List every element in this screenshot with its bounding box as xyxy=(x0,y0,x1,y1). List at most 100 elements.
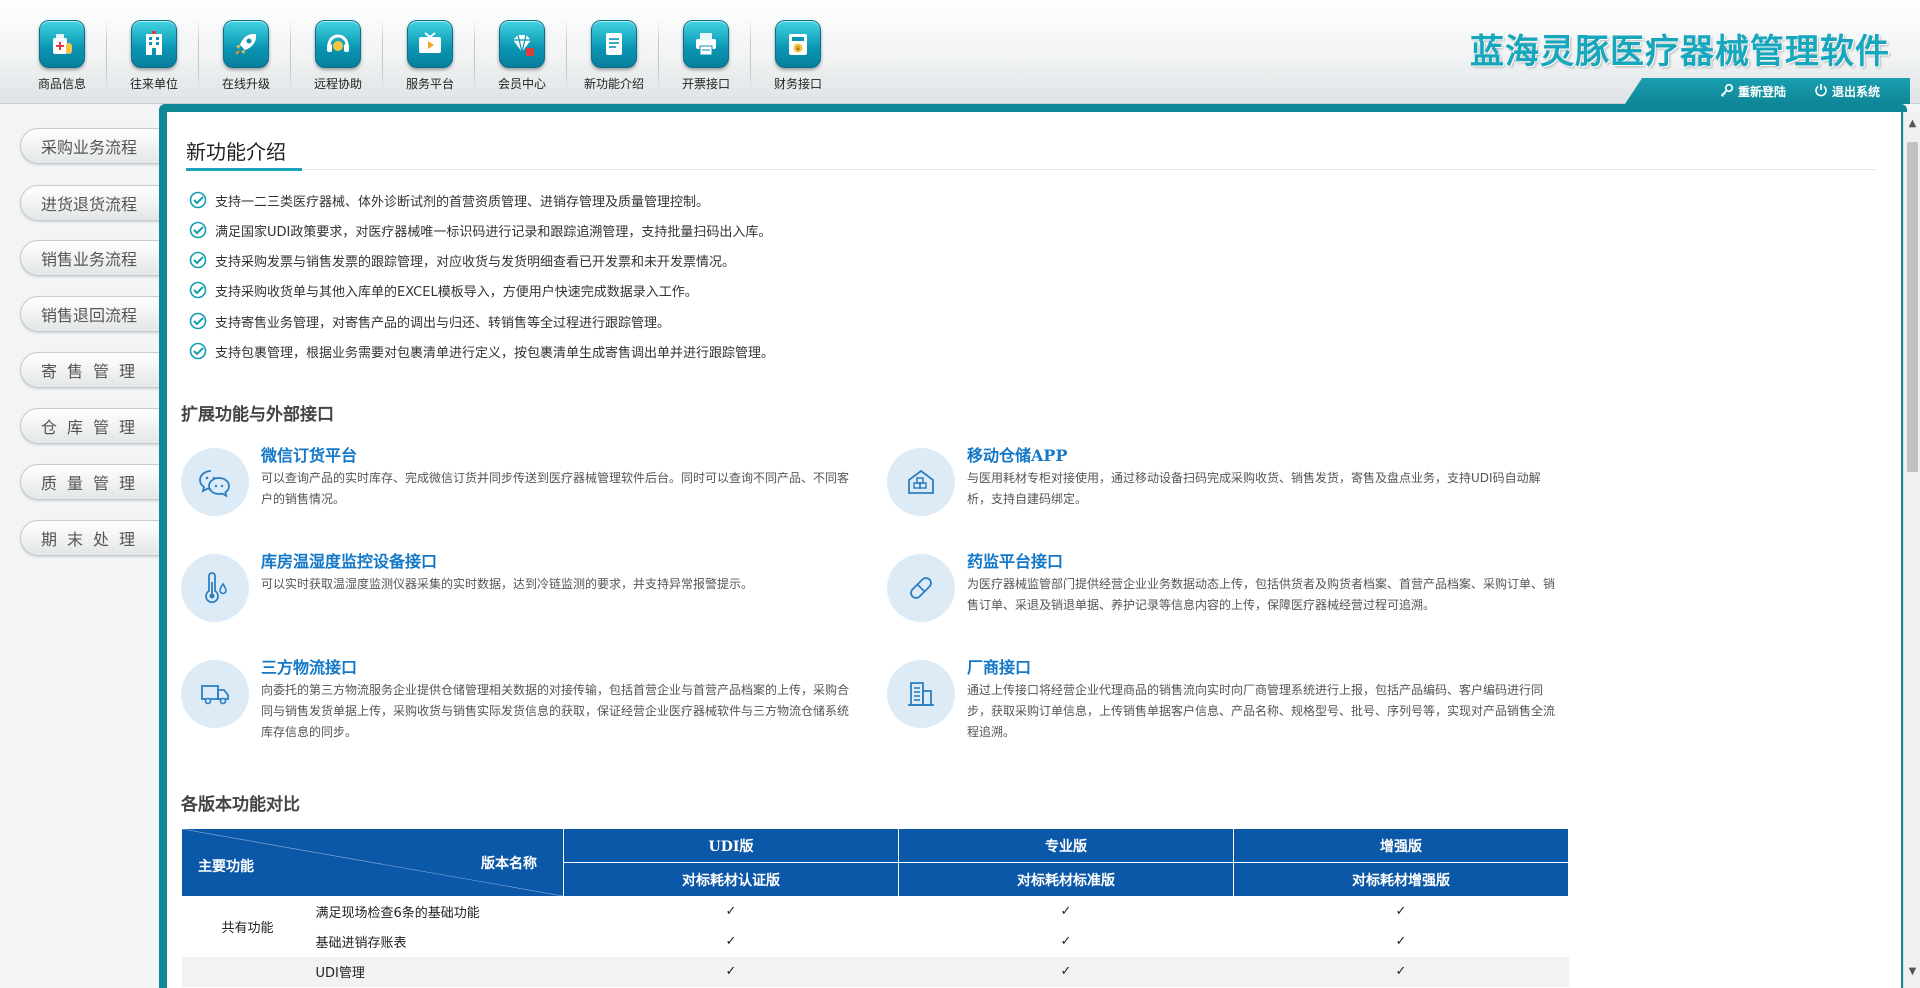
ext-item-title[interactable]: 三方物流接口 xyxy=(261,654,357,678)
toolbar-divider xyxy=(290,20,291,92)
feature-cell: UDI管理 xyxy=(313,956,564,987)
ext-item-manufacturer: 厂商接口 通过上传接口将经营企业代理商品的销售流向实时向厂商管理系统进行上报，包… xyxy=(887,658,1567,760)
check-mark: ✓ xyxy=(563,896,899,927)
ext-item-drug-regulator: 药监平台接口 为医疗器械监管部门提供经营企业业务数据动态上传，包括供货者及购货者… xyxy=(887,552,1567,654)
check-mark: ✓ xyxy=(1233,926,1569,957)
medicine-box-icon xyxy=(39,20,85,68)
toolbar-divider xyxy=(382,20,383,92)
toolbar-item-new-features[interactable]: 新功能介绍 xyxy=(568,20,660,96)
version-subtitle: 对标耗材认证版 xyxy=(563,862,899,897)
main-panel: 新功能介绍 支持一二三类医疗器械、体外诊断试剂的首营资质管理、进销存管理及质量管… xyxy=(167,112,1901,988)
check-mark: ✓ xyxy=(563,956,899,987)
sidebar-item-label: 销售业务流程 xyxy=(41,250,138,269)
truck-icon xyxy=(181,660,249,728)
logout-button[interactable]: 退出系统 xyxy=(1814,83,1880,100)
sidebar-item-warehouse[interactable]: 仓库管理 xyxy=(20,408,170,444)
toolbar-divider xyxy=(566,20,567,92)
toolbar-divider xyxy=(106,20,107,92)
toolbar-item-product-info[interactable]: 商品信息 xyxy=(16,20,108,96)
corner-label-feature: 主要功能 xyxy=(198,859,254,875)
toolbar-divider xyxy=(474,20,475,92)
scroll-thumb[interactable] xyxy=(1907,142,1918,472)
toolbar-label: 开票接口 xyxy=(681,77,730,91)
toolbar-item-invoice-interface[interactable]: 开票接口 xyxy=(660,20,752,96)
sidebar-item-sales-return-flow[interactable]: 销售退回流程 xyxy=(20,296,170,332)
app-title: 蓝海灵豚医疗器械管理软件 xyxy=(1470,32,1890,72)
document-icon xyxy=(591,20,637,68)
key-icon xyxy=(1720,83,1734,100)
check-mark: ✓ xyxy=(563,926,899,957)
check-mark: ✓ xyxy=(898,896,1234,927)
page-title: 新功能介绍 xyxy=(186,140,286,164)
sidebar-item-quality[interactable]: 质量管理 xyxy=(20,464,170,500)
ext-item-title[interactable]: 微信订货平台 xyxy=(261,442,357,466)
feature-text: 满足国家UDI政策要求，对医疗器械唯一标识码进行记录和跟踪追溯管理，支持批量扫码… xyxy=(215,224,772,240)
ext-item-title[interactable]: 厂商接口 xyxy=(967,654,1031,678)
table-row: 共有功能 满足现场检查6条的基础功能 ✓ ✓ ✓ xyxy=(181,896,1569,957)
toolbar-item-finance-interface[interactable]: ¥ 财务接口 xyxy=(752,20,844,96)
table-row: 基础进销存账表 ✓ ✓ ✓ xyxy=(182,926,1569,957)
sidebar: 采购业务流程 进货退货流程 销售业务流程 销售退回流程 寄售管理 仓库管理 质量… xyxy=(0,104,170,988)
check-circle-icon xyxy=(189,251,207,269)
check-circle-icon xyxy=(189,281,207,299)
relogin-button[interactable]: 重新登陆 xyxy=(1720,83,1786,100)
compare-section-title: 各版本功能对比 xyxy=(181,795,300,815)
sidebar-item-label: 寄售管理 xyxy=(41,362,146,381)
sidebar-item-label: 仓库管理 xyxy=(41,418,146,437)
toolbar-divider xyxy=(658,20,659,92)
warehouse-icon xyxy=(887,448,955,516)
factory-icon xyxy=(887,660,955,728)
feature-item: 满足国家UDI政策要求，对医疗器械唯一标识码进行记录和跟踪追溯管理，支持批量扫码… xyxy=(189,219,771,241)
toolbar-item-online-upgrade[interactable]: 在线升级 xyxy=(200,20,292,96)
sidebar-item-sales-flow[interactable]: 销售业务流程 xyxy=(20,240,170,276)
toolbar-item-member-center[interactable]: 会员中心 xyxy=(476,20,568,96)
relogin-label: 重新登陆 xyxy=(1737,84,1786,99)
feature-text: 支持寄售业务管理，对寄售产品的调出与归还、转销售等全过程进行跟踪管理。 xyxy=(215,315,671,331)
corner-label-version: 版本名称 xyxy=(481,856,537,872)
check-mark: ✓ xyxy=(1233,896,1569,927)
version-subtitle: 对标耗材增强版 xyxy=(1233,862,1569,897)
power-icon xyxy=(1814,83,1828,100)
toolbar-divider xyxy=(198,20,199,92)
svg-text:¥: ¥ xyxy=(796,45,801,53)
check-mark: ✓ xyxy=(898,956,1234,987)
top-toolbar: 商品信息 往来单位 在线升级 远程协助 服务平台 会员中心 新功能介绍 开票接口… xyxy=(0,0,1920,104)
vertical-scrollbar[interactable]: ▲ ▼ xyxy=(1903,112,1920,988)
table-row: UDI管理 ✓ ✓ ✓ xyxy=(181,956,1569,987)
title-divider xyxy=(186,169,1876,170)
table-corner-cell: 主要功能 版本名称 xyxy=(181,828,564,897)
toolbar-item-remote-assist[interactable]: 远程协助 xyxy=(292,20,384,96)
group-label: 共有功能 xyxy=(181,896,314,957)
ext-item-temperature-monitor: 库房温湿度监控设备接口 可以实时获取温湿度监测仪器采集的实时数据，达到冷链监测的… xyxy=(181,552,861,654)
ext-item-desc: 与医用耗材专柜对接使用，通过移动设备扫码完成采购收货、销售发货，寄售及盘点业务，… xyxy=(967,471,1541,506)
check-mark: ✓ xyxy=(898,926,1234,957)
version-compare-table: 主要功能 版本名称 UDI版 专业版 增强版 对标耗材认证版 对标耗材标准版 对… xyxy=(181,828,1569,987)
check-circle-icon xyxy=(189,221,207,239)
ext-item-desc: 可以查询产品的实时库存、完成微信订货并同步传送到医疗器械管理软件后台。同时可以查… xyxy=(261,471,850,506)
version-header: 专业版 xyxy=(898,828,1234,863)
scroll-up-arrow[interactable]: ▲ xyxy=(1904,118,1920,132)
sidebar-item-label: 销售退回流程 xyxy=(41,306,138,325)
ext-item-title[interactable]: 移动仓储APP xyxy=(967,442,1067,466)
sidebar-item-label: 进货退货流程 xyxy=(41,195,138,214)
ext-item-title[interactable]: 药监平台接口 xyxy=(967,548,1063,572)
thermometer-icon xyxy=(181,554,249,622)
feature-item: 支持采购发票与销售发票的跟踪管理，对应收货与发货明细查看已开发票和未开发票情况。 xyxy=(189,249,735,271)
diamond-icon xyxy=(499,20,545,68)
toolbar-item-partners[interactable]: 往来单位 xyxy=(108,20,200,96)
ext-section-title: 扩展功能与外部接口 xyxy=(181,405,334,425)
toolbar-label: 往来单位 xyxy=(129,77,178,91)
check-circle-icon xyxy=(189,342,207,360)
check-circle-icon xyxy=(189,312,207,330)
sidebar-item-purchase-return-flow[interactable]: 进货退货流程 xyxy=(20,185,170,221)
version-header: 增强版 xyxy=(1233,828,1569,863)
ext-item-wechat: 微信订货平台 可以查询产品的实时库存、完成微信订货并同步传送到医疗器械管理软件后… xyxy=(181,446,861,548)
scroll-down-arrow[interactable]: ▼ xyxy=(1904,966,1920,980)
sidebar-item-purchase-flow[interactable]: 采购业务流程 xyxy=(20,128,170,164)
sidebar-item-period-end[interactable]: 期末处理 xyxy=(20,520,170,556)
check-mark: ✓ xyxy=(1233,956,1569,987)
ext-item-title[interactable]: 库房温湿度监控设备接口 xyxy=(261,548,437,572)
sidebar-item-consignment[interactable]: 寄售管理 xyxy=(20,352,170,388)
toolbar-item-service-platform[interactable]: 服务平台 xyxy=(384,20,476,96)
check-circle-icon xyxy=(189,191,207,209)
